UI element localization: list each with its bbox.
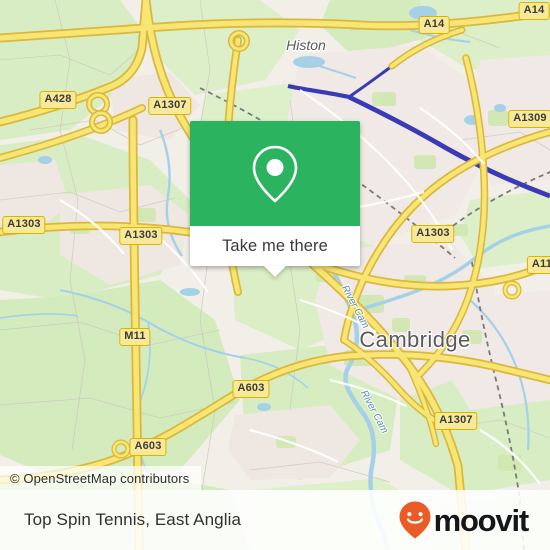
map-screenshot: A428 A1307 A14 A14 A1309 A1303 A1303 A1303 A11 M1… (0, 0, 550, 550)
take-me-there-label: Take me there (222, 236, 328, 255)
road-shield: A1303 (2, 216, 46, 234)
road-shield: A603 (232, 380, 270, 398)
road-shield: A1307 (434, 412, 478, 430)
moovit-wordmark: moovit (433, 502, 530, 538)
location-pin-icon (252, 145, 298, 202)
road-shield: A14 (418, 16, 450, 34)
road-shield: A1303 (411, 225, 455, 243)
moovit-logo[interactable]: moovit (398, 500, 530, 540)
road-shield: A11 (526, 256, 550, 274)
place-title: Top Spin Tennis, East Anglia (24, 510, 242, 529)
road-shield: A603 (129, 438, 167, 456)
popup-tail (264, 266, 286, 277)
road-shield: A1307 (148, 97, 192, 115)
map-popup-card[interactable]: Take me there (190, 121, 360, 277)
road-shield: A428 (39, 91, 77, 109)
footer-bar: Top Spin Tennis, East Anglia moovit (0, 490, 550, 550)
moovit-pin-icon (399, 501, 431, 539)
road-shield: A14 (518, 2, 550, 20)
popup-icon-area (190, 121, 360, 226)
place-label-histon: Histon (286, 37, 326, 53)
road-shield: M11 (119, 328, 151, 346)
popup-action-area[interactable]: Take me there (190, 226, 360, 277)
osm-attribution[interactable]: © OpenStreetMap contributors (0, 466, 201, 490)
road-shield: A1303 (119, 227, 163, 245)
road-shield: A1309 (508, 110, 550, 128)
place-label-cambridge: Cambridge (359, 327, 471, 352)
